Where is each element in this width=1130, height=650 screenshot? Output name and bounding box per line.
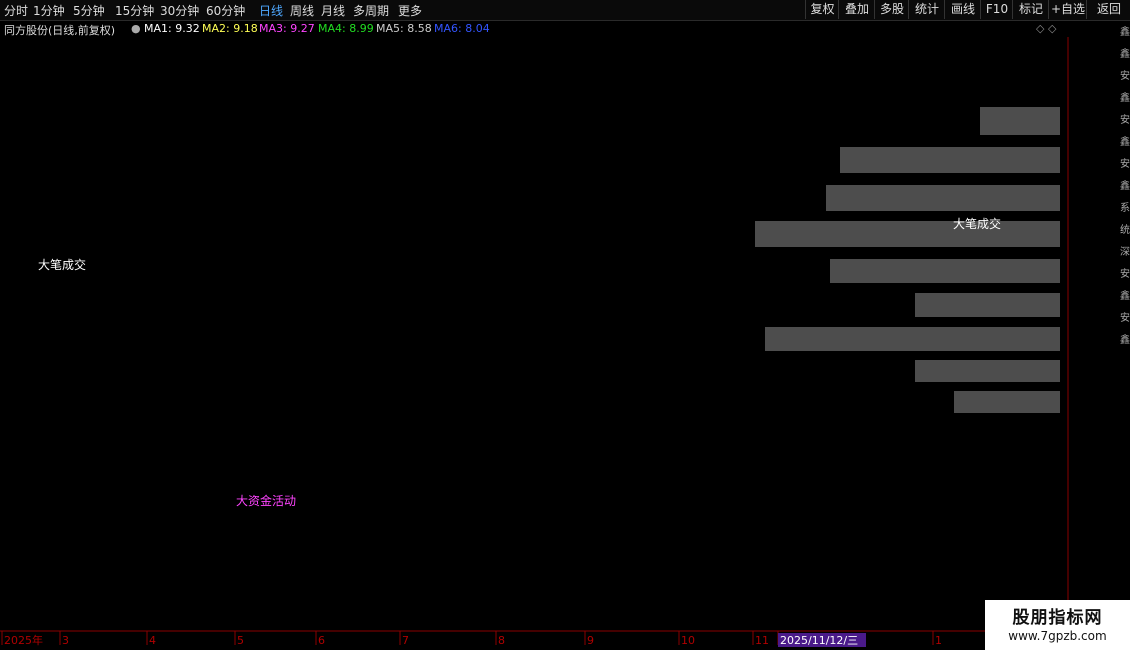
candlestick-chart[interactable]: 10.009.759.509.259.008.758.508.258.007.7…: [0, 37, 1130, 650]
x-tick-label-6: 8: [498, 634, 505, 647]
ma-label-3: MA3: 9.27: [259, 22, 315, 35]
indicator-toggle-icon[interactable]: ●: [131, 22, 141, 35]
volume-profile-box-1: [840, 147, 1060, 173]
ma-label-4: MA4: 8.99: [318, 22, 374, 35]
x-tick-label-11: 1: [935, 634, 942, 647]
volume-profile-box-5: [915, 293, 1060, 317]
panel-toggle-icon[interactable]: ◇ ◇: [1036, 22, 1056, 35]
volume-profile-box-0: [980, 107, 1060, 135]
toolbar-button-3[interactable]: 统计: [908, 0, 945, 19]
x-tick-label-1: 3: [62, 634, 69, 647]
ma-label-1: MA1: 9.32: [144, 22, 200, 35]
toolbar-button-8[interactable]: 返回: [1086, 0, 1130, 19]
toolbar-button-6[interactable]: 标记: [1012, 0, 1049, 19]
right-side-strip: 鑫鑫安鑫安鑫安鑫系统深安鑫安鑫: [1120, 27, 1130, 346]
timeframe-tab-5[interactable]: 60分钟: [206, 2, 245, 19]
annotation-1: 大资金活动: [236, 493, 296, 508]
timeframe-tab-2[interactable]: 5分钟: [73, 2, 105, 19]
toolbar-button-4[interactable]: 画线: [944, 0, 981, 19]
ma-label-5: MA5: 8.58: [376, 22, 432, 35]
x-tick-label-8: 10: [681, 634, 695, 647]
x-tick-label-0: 2025年: [4, 633, 43, 647]
watermark-url: www.7gpzb.com: [1008, 629, 1107, 643]
volume-profile-box-8: [954, 391, 1060, 413]
x-tick-label-3: 5: [237, 634, 244, 647]
ma-label-2: MA2: 9.18: [202, 22, 258, 35]
toolbar-button-7[interactable]: +自选: [1048, 0, 1087, 19]
timeframe-tab-10[interactable]: 更多: [398, 2, 422, 19]
timeframe-tab-1[interactable]: 1分钟: [33, 2, 65, 19]
timeframe-tab-9[interactable]: 多周期: [353, 2, 389, 19]
volume-profile-box-4: [830, 259, 1060, 283]
annotation-2: 大笔成交: [953, 216, 1001, 231]
x-tick-label-4: 6: [318, 634, 325, 647]
x-tick-label-9: 11: [755, 634, 769, 647]
toolbar-button-5[interactable]: F10: [980, 0, 1013, 19]
watermark: 股朋指标网 www.7gpzb.com: [985, 600, 1130, 650]
toolbar-button-1[interactable]: 叠加: [838, 0, 875, 19]
toolbar-button-0[interactable]: 复权: [805, 0, 839, 19]
volume-profile-box-3: [755, 221, 1060, 247]
annotation-0: 大笔成交: [38, 257, 86, 272]
volume-profile-box-6: [765, 327, 1060, 351]
timeframe-tab-0[interactable]: 分时: [4, 2, 28, 19]
toolbar-button-2[interactable]: 多股: [874, 0, 909, 19]
x-tick-label-5: 7: [402, 634, 409, 647]
indicator-info-line: 同方股份(日线,前复权) ● MA1: 9.32 MA2: 9.18 MA3: 9.27…: [0, 21, 1060, 37]
x-tick-label-10: 2025/11/12/三: [780, 634, 858, 647]
timeframe-tab-3[interactable]: 15分钟: [115, 2, 154, 19]
timeframe-tab-8[interactable]: 月线: [321, 2, 345, 19]
timeframe-tab-6[interactable]: 日线: [259, 2, 283, 19]
stock-name: 同方股份(日线,前复权): [4, 24, 116, 37]
timeframe-tab-4[interactable]: 30分钟: [160, 2, 199, 19]
timeframe-tab-7[interactable]: 周线: [290, 2, 314, 19]
top-toolbar: 分时 1分钟 5分钟 15分钟 30分钟 60分钟 日线 周线 月线 多周期 更多 复权 叠加 多股 统计画…: [0, 0, 1130, 21]
ma-label-6: MA6: 8.04: [434, 22, 490, 35]
x-tick-label-7: 9: [587, 634, 594, 647]
x-tick-label-2: 4: [149, 634, 156, 647]
volume-profile-box-7: [915, 360, 1060, 382]
watermark-title: 股朋指标网: [1012, 608, 1103, 628]
volume-profile-box-2: [826, 185, 1060, 211]
